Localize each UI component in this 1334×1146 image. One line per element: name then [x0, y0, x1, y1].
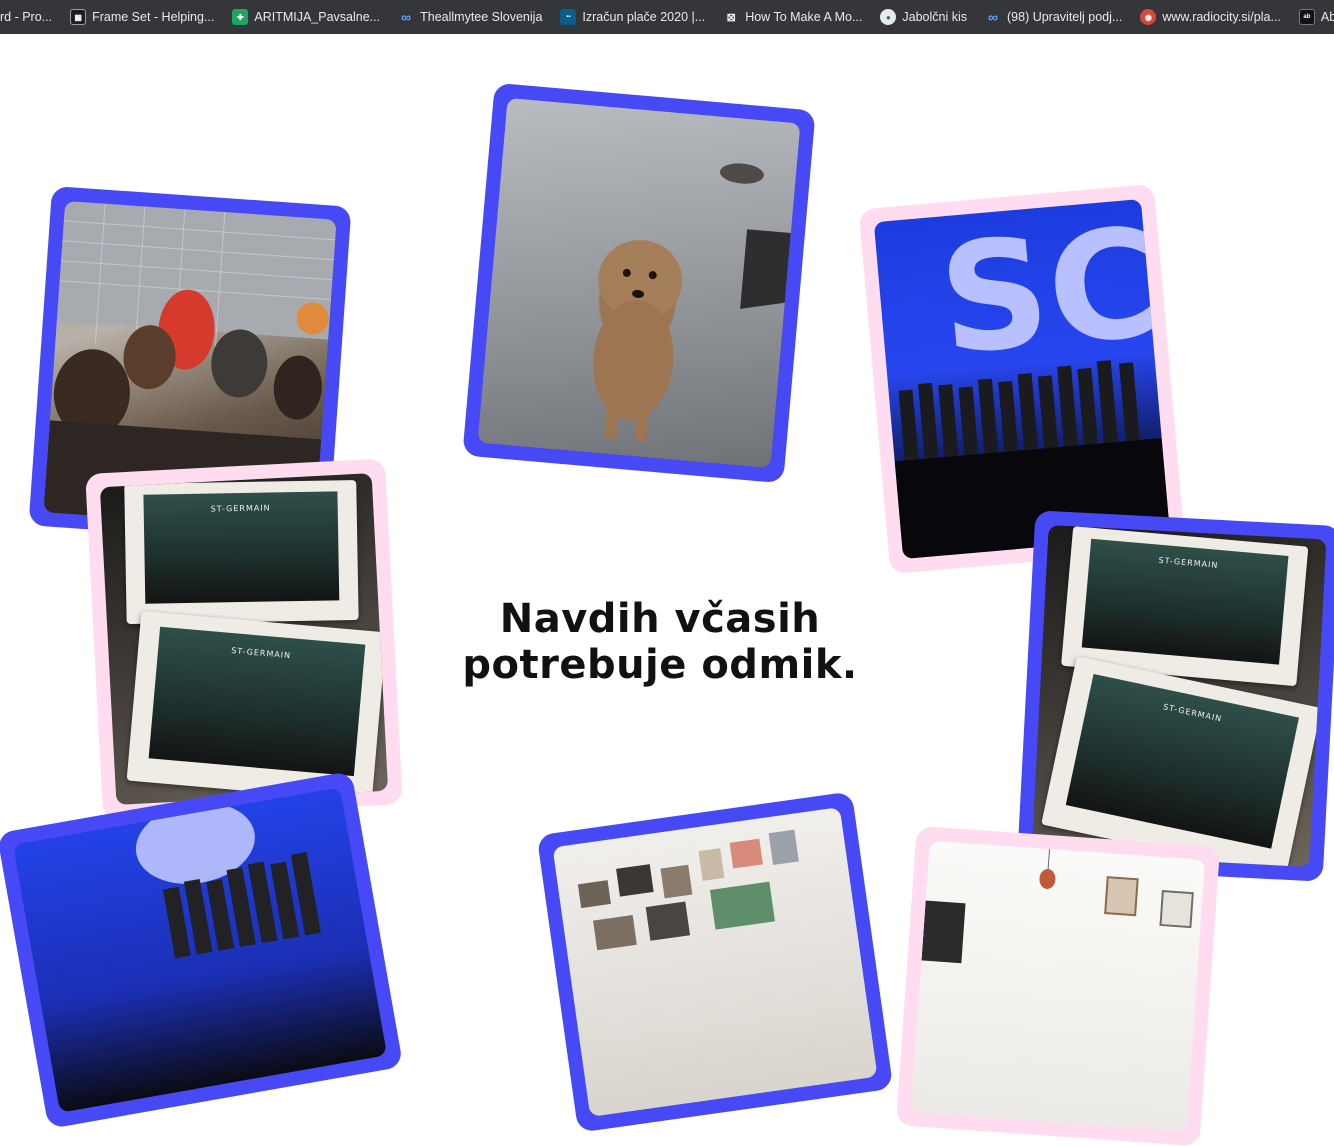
data-icon: ▪▪ — [560, 9, 577, 25]
photo-card-dog — [462, 82, 816, 484]
photo-card-stgermain-left: ST-GERMAIN ST-GERMAIN — [85, 458, 403, 820]
bookmark-item[interactable]: ● Jabolčni kis — [872, 3, 975, 31]
headline: Navdih včasih potrebuje odmik. — [440, 596, 880, 688]
meta-icon: ∞ — [988, 9, 998, 25]
bookmark-label: (98) Upravitelj podj... — [1007, 10, 1123, 24]
bookmark-label: Izračun plače 2020 |... — [582, 10, 706, 24]
photo-card-stgermain-right: ST-GERMAIN ST-GERMAIN — [1016, 510, 1334, 882]
bookmark-item[interactable]: ∞ Theallmytee Slovenija — [390, 3, 550, 31]
bookmark-label: ARITMIJA_Pavsalne... — [254, 10, 381, 24]
bookmarks-bar: rd - Pro... ▦ Frame Set - Helping... ✚ A… — [0, 0, 1334, 34]
photo-card-wall — [536, 791, 894, 1133]
bookmark-label: rd - Pro... — [0, 10, 53, 24]
stage-bottom-graphic — [135, 802, 321, 959]
stamp-label: ST-GERMAIN — [1162, 702, 1223, 724]
polaroid-image: ST-GERMAIN — [1065, 673, 1300, 849]
bookmark-item[interactable]: ∞ (98) Upravitelj podj... — [977, 3, 1130, 31]
wall-photo — [552, 807, 878, 1117]
m-icon: ⊠ — [726, 11, 736, 24]
sheets-icon: ✚ — [232, 9, 249, 25]
room-photo-graphic — [921, 849, 1194, 964]
bookmark-item[interactable]: ▪▪ Izračun plače 2020 |... — [552, 3, 713, 31]
stage-photo-graphic — [894, 360, 1171, 560]
dog-photo-graphic — [593, 163, 791, 442]
frame-icon: ▦ — [70, 9, 87, 25]
radio-icon: ◉ — [1140, 9, 1157, 25]
bookmark-label: Jabolčni kis — [902, 10, 967, 24]
polaroid-frame: ST-GERMAIN — [1041, 656, 1322, 868]
wall-photo-graphic — [577, 829, 799, 951]
apple-icon: ● — [880, 9, 897, 25]
headline-line-1: Navdih včasih — [499, 596, 821, 642]
stamp-label: ST-GERMAIN — [1158, 555, 1219, 571]
stage-photo-bottom — [12, 787, 388, 1113]
meta-icon: ∞ — [401, 9, 412, 25]
polaroid-frame: ST-GERMAIN — [124, 480, 359, 625]
polaroid-image: ST-GERMAIN — [148, 626, 366, 777]
stamp-label: ST-GERMAIN — [230, 645, 292, 661]
stgermain-photo: ST-GERMAIN ST-GERMAIN — [99, 473, 389, 805]
dog-photo — [477, 97, 801, 469]
photo-card-room — [895, 825, 1221, 1146]
polaroid-image: ST-GERMAIN — [142, 491, 340, 605]
bookmark-item[interactable]: ab Abduzeedo D — [1291, 3, 1334, 31]
bookmark-item[interactable]: ◉ www.radiocity.si/pla... — [1132, 3, 1289, 31]
bookmark-item[interactable]: ▦ Frame Set - Helping... — [62, 3, 222, 31]
bookmark-label: Theallmytee Slovenija — [420, 10, 543, 24]
bookmark-item[interactable]: ⊠ How To Make A Mo... — [715, 3, 870, 31]
stgermain-photo: ST-GERMAIN ST-GERMAIN — [1031, 524, 1327, 868]
polaroid-frame: ST-GERMAIN — [126, 611, 387, 802]
bookmark-label: How To Make A Mo... — [745, 10, 863, 24]
bookmark-label: www.radiocity.si/pla... — [1162, 10, 1281, 24]
bookmark-item[interactable]: ✚ ARITMIJA_Pavsalne... — [224, 3, 388, 31]
stage-photo: SC — [873, 198, 1171, 560]
room-photo — [910, 840, 1206, 1132]
bookmark-label: Frame Set - Helping... — [92, 10, 215, 24]
polaroid-image: ST-GERMAIN — [1081, 538, 1289, 665]
photo-card-stage-bottom — [0, 771, 404, 1129]
headline-line-2: potrebuje odmik. — [462, 642, 858, 688]
abduzeedo-icon: ab — [1298, 9, 1315, 25]
bookmark-item[interactable]: rd - Pro... — [0, 3, 60, 31]
stamp-label: ST-GERMAIN — [210, 503, 271, 514]
bookmark-label: Abduzeedo D — [1320, 10, 1334, 24]
